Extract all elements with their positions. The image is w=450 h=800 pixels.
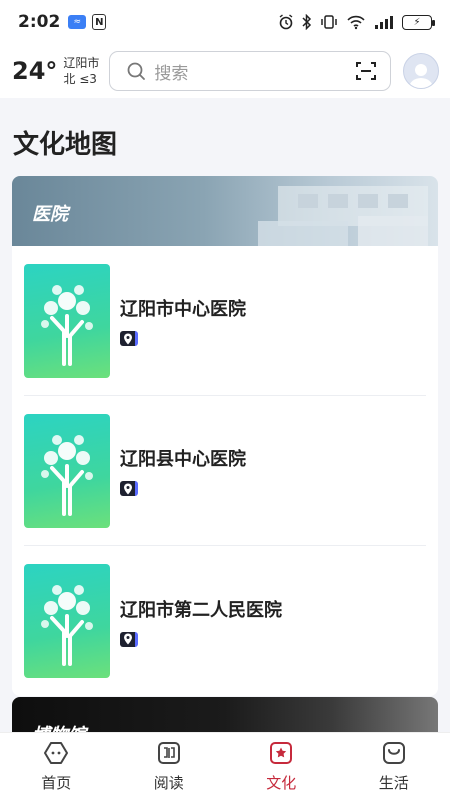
nav-item-home[interactable]: 首页 — [16, 740, 96, 793]
search-icon — [128, 62, 146, 80]
nav-label: 文化 — [266, 774, 297, 792]
category-banner[interactable]: 医院 — [12, 176, 438, 246]
battery-icon: ⚡ — [402, 14, 435, 30]
nav-label: 阅读 — [153, 774, 184, 792]
item-info: 辽阳市第二人民医院 — [120, 596, 282, 647]
hospital-thumbnail — [24, 263, 110, 378]
tree-icon — [41, 585, 93, 666]
status-icons: ⚡ — [278, 14, 435, 30]
culture-icon — [270, 742, 293, 764]
temperature: 24° — [12, 57, 58, 85]
wifi-icon — [347, 15, 365, 30]
avatar[interactable] — [403, 53, 440, 89]
user-icon — [409, 64, 434, 88]
bluetooth-icon — [302, 14, 312, 30]
list-item[interactable]: 辽阳市中心医院 — [24, 246, 426, 396]
search-input[interactable]: 搜索 — [109, 51, 392, 91]
home-icon — [44, 742, 69, 764]
category-card-hospital: 医院 辽阳市中心医院 辽阳县中心医院 辽阳市第二人民医院 — [12, 176, 438, 696]
hospital-name: 辽阳市第二人民医院 — [120, 599, 282, 621]
hospital-name: 辽阳县中心医院 — [120, 449, 246, 470]
status-time: 2:02 — [18, 12, 61, 32]
location-pin-icon[interactable] — [120, 631, 138, 647]
nav-item-culture[interactable]: 文化 — [241, 740, 321, 793]
location-pin-icon[interactable] — [120, 481, 138, 496]
weather-info[interactable]: 辽阳市 北 ≤3 — [63, 55, 99, 87]
wind-info: 北 ≤3 — [63, 72, 97, 86]
hospital-banner-image — [258, 186, 428, 246]
life-icon — [382, 742, 405, 764]
hospital-name: 辽阳市中心医院 — [120, 299, 246, 320]
search-placeholder: 搜索 — [154, 63, 189, 84]
bottom-nav: 首页 阅读 文化 生活 — [0, 732, 450, 800]
top-header: 24° 辽阳市 北 ≤3 搜索 — [0, 44, 450, 98]
nav-item-life[interactable]: 生活 — [354, 740, 434, 793]
hospital-thumbnail — [24, 564, 110, 678]
status-bar: 2:02 ≈ N ⚡ — [0, 0, 450, 44]
city-name: 辽阳市 — [63, 56, 100, 70]
list-item[interactable]: 辽阳县中心医院 — [24, 396, 426, 546]
signal-icon — [375, 16, 393, 29]
nav-item-read[interactable]: 阅读 — [129, 740, 209, 793]
tree-icon — [41, 284, 93, 366]
page-title: 文化地图 — [13, 130, 118, 160]
nav-label: 生活 — [378, 774, 409, 792]
book-icon — [157, 742, 180, 764]
location-pin-icon[interactable] — [120, 331, 138, 346]
nav-label: 首页 — [41, 774, 72, 792]
scan-icon[interactable] — [354, 59, 378, 83]
vibrate-icon — [321, 15, 337, 29]
nfc-icon: N — [92, 14, 107, 30]
tree-icon — [41, 434, 93, 516]
alarm-icon — [279, 14, 293, 30]
hospital-thumbnail — [24, 413, 110, 528]
app-notification-icon: ≈ — [68, 15, 87, 29]
list-item[interactable]: 辽阳市第二人民医院 — [24, 546, 426, 696]
item-info: 辽阳市中心医院 — [120, 295, 246, 346]
item-info: 辽阳县中心医院 — [120, 445, 246, 496]
category-label: 医院 — [32, 204, 68, 225]
